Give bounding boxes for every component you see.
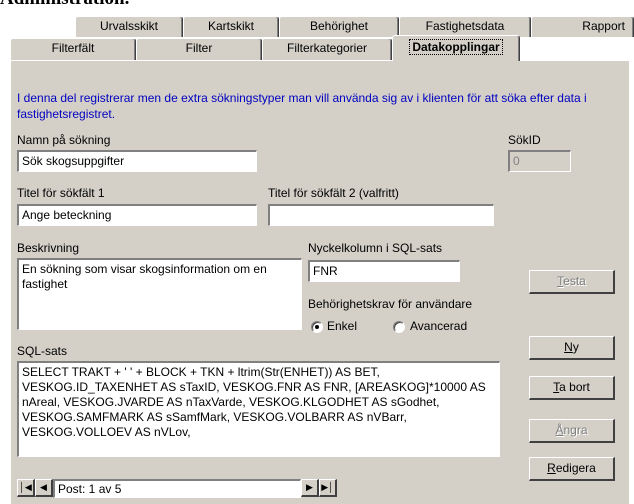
record-position-field[interactable]: Post: 1 av 5 (53, 479, 301, 498)
prev-record-icon[interactable]: ◀ (35, 479, 53, 497)
tab-datakopplingar-label: Datakopplingar (409, 39, 503, 55)
sql-textarea[interactable]: SELECT TRAKT + ' ' + BLOCK + TKN + ltrim… (17, 361, 500, 457)
undo-button-label: ngra (563, 423, 588, 437)
permission-label: Behörighetskrav för användare (308, 297, 473, 311)
key-column-input[interactable]: FNR (308, 260, 460, 282)
tab-datakopplingar[interactable]: Datakopplingar (392, 35, 520, 61)
description-textarea[interactable]: En sökning som visar skogsinformation om… (17, 258, 302, 330)
delete-button-label: a bort (559, 380, 590, 394)
tab-behorighet[interactable]: Behörighet (279, 16, 399, 37)
tab-urvalsskikt[interactable]: Urvalsskikt (75, 16, 183, 37)
test-button: Testa (529, 270, 615, 294)
edit-button-label: edigera (555, 461, 596, 475)
intro-text: I denna del registrerar men de extra sök… (17, 91, 587, 121)
field1-title-label: Titel för sökfält 1 (17, 186, 105, 200)
field2-title-label: Titel för sökfält 2 (valfritt) (268, 186, 399, 200)
key-column-label: Nyckelkolumn i SQL-sats (308, 241, 443, 255)
search-name-input[interactable]: Sök skogsuppgifter (17, 150, 257, 172)
edit-button-hotkey: R (547, 461, 556, 475)
permission-simple-label: Enkel (327, 319, 358, 333)
edit-button[interactable]: Redigera (529, 457, 615, 481)
search-name-label: Namn på sökning (17, 133, 111, 147)
undo-button: Ångra (529, 419, 615, 443)
permission-advanced-radio[interactable] (393, 321, 405, 333)
delete-button[interactable]: Ta bort (529, 376, 615, 400)
tab-filter[interactable]: Filter (136, 38, 262, 60)
tab-kartskikt[interactable]: Kartskikt (183, 16, 279, 37)
permission-advanced-label: Avancerad (410, 319, 468, 333)
new-button[interactable]: Ny (529, 336, 615, 360)
next-record-icon[interactable]: ▶ (301, 479, 319, 497)
sokid-input: 0 (508, 150, 571, 172)
tab-panel-datakopplingar: I denna del registrerar men de extra sök… (10, 60, 629, 504)
window-caption: Administration. (0, 0, 129, 10)
tab-rapport[interactable]: Rapport (531, 16, 634, 37)
last-record-icon[interactable]: ▶│ (319, 479, 337, 497)
tab-filterkategorier[interactable]: Filterkategorier (262, 38, 392, 60)
sokid-label: SökID (508, 133, 541, 147)
tab-fastighetsdata[interactable]: Fastighetsdata (399, 16, 531, 37)
description-label: Beskrivning (17, 241, 80, 255)
new-button-label: y (572, 340, 579, 354)
test-button-label: esta (563, 274, 586, 288)
permission-simple-radio[interactable] (311, 321, 323, 333)
field1-title-input[interactable]: Ange beteckning (17, 204, 257, 226)
first-record-icon[interactable]: │◀ (17, 479, 35, 497)
sql-label: SQL-sats (17, 344, 68, 358)
tab-filterfalt[interactable]: Filterfält (10, 38, 136, 60)
field2-title-input[interactable] (268, 204, 494, 226)
new-button-hotkey: N (564, 340, 573, 354)
